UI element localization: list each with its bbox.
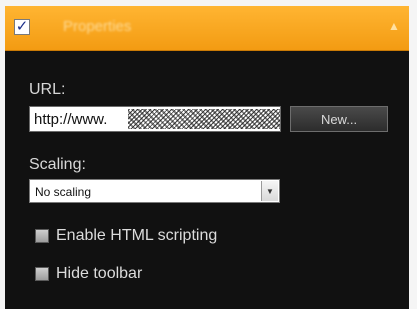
collapse-icon[interactable]: ▲: [387, 20, 401, 32]
html-scripting-checkbox[interactable]: [35, 229, 49, 243]
panel-enabled-checkbox[interactable]: ✓: [14, 19, 30, 35]
redacted-url-mask: [128, 109, 280, 129]
url-input[interactable]: http://www.: [29, 106, 281, 132]
html-scripting-option[interactable]: Enable HTML scripting: [35, 226, 217, 246]
hide-toolbar-label[interactable]: Hide toolbar: [56, 265, 142, 283]
html-scripting-label[interactable]: Enable HTML scripting: [56, 227, 217, 245]
panel-title: Properties: [63, 18, 132, 35]
scaling-selected-value: No scaling: [35, 185, 92, 199]
properties-panel: ✓ Properties ▲ URL: http://www. New... S…: [5, 6, 409, 309]
hide-toolbar-option[interactable]: Hide toolbar: [35, 264, 142, 284]
scaling-label: Scaling:: [29, 156, 86, 173]
checkmark-icon: ✓: [15, 18, 29, 35]
dropdown-arrow-icon[interactable]: ▼: [261, 181, 278, 201]
properties-header[interactable]: ✓ Properties ▲: [5, 6, 409, 51]
new-url-button[interactable]: New...: [290, 106, 388, 132]
hide-toolbar-checkbox[interactable]: [35, 267, 49, 281]
scaling-select[interactable]: No scaling ▼: [29, 179, 280, 203]
url-label: URL:: [29, 81, 66, 98]
url-input-value: http://www.: [34, 111, 108, 128]
